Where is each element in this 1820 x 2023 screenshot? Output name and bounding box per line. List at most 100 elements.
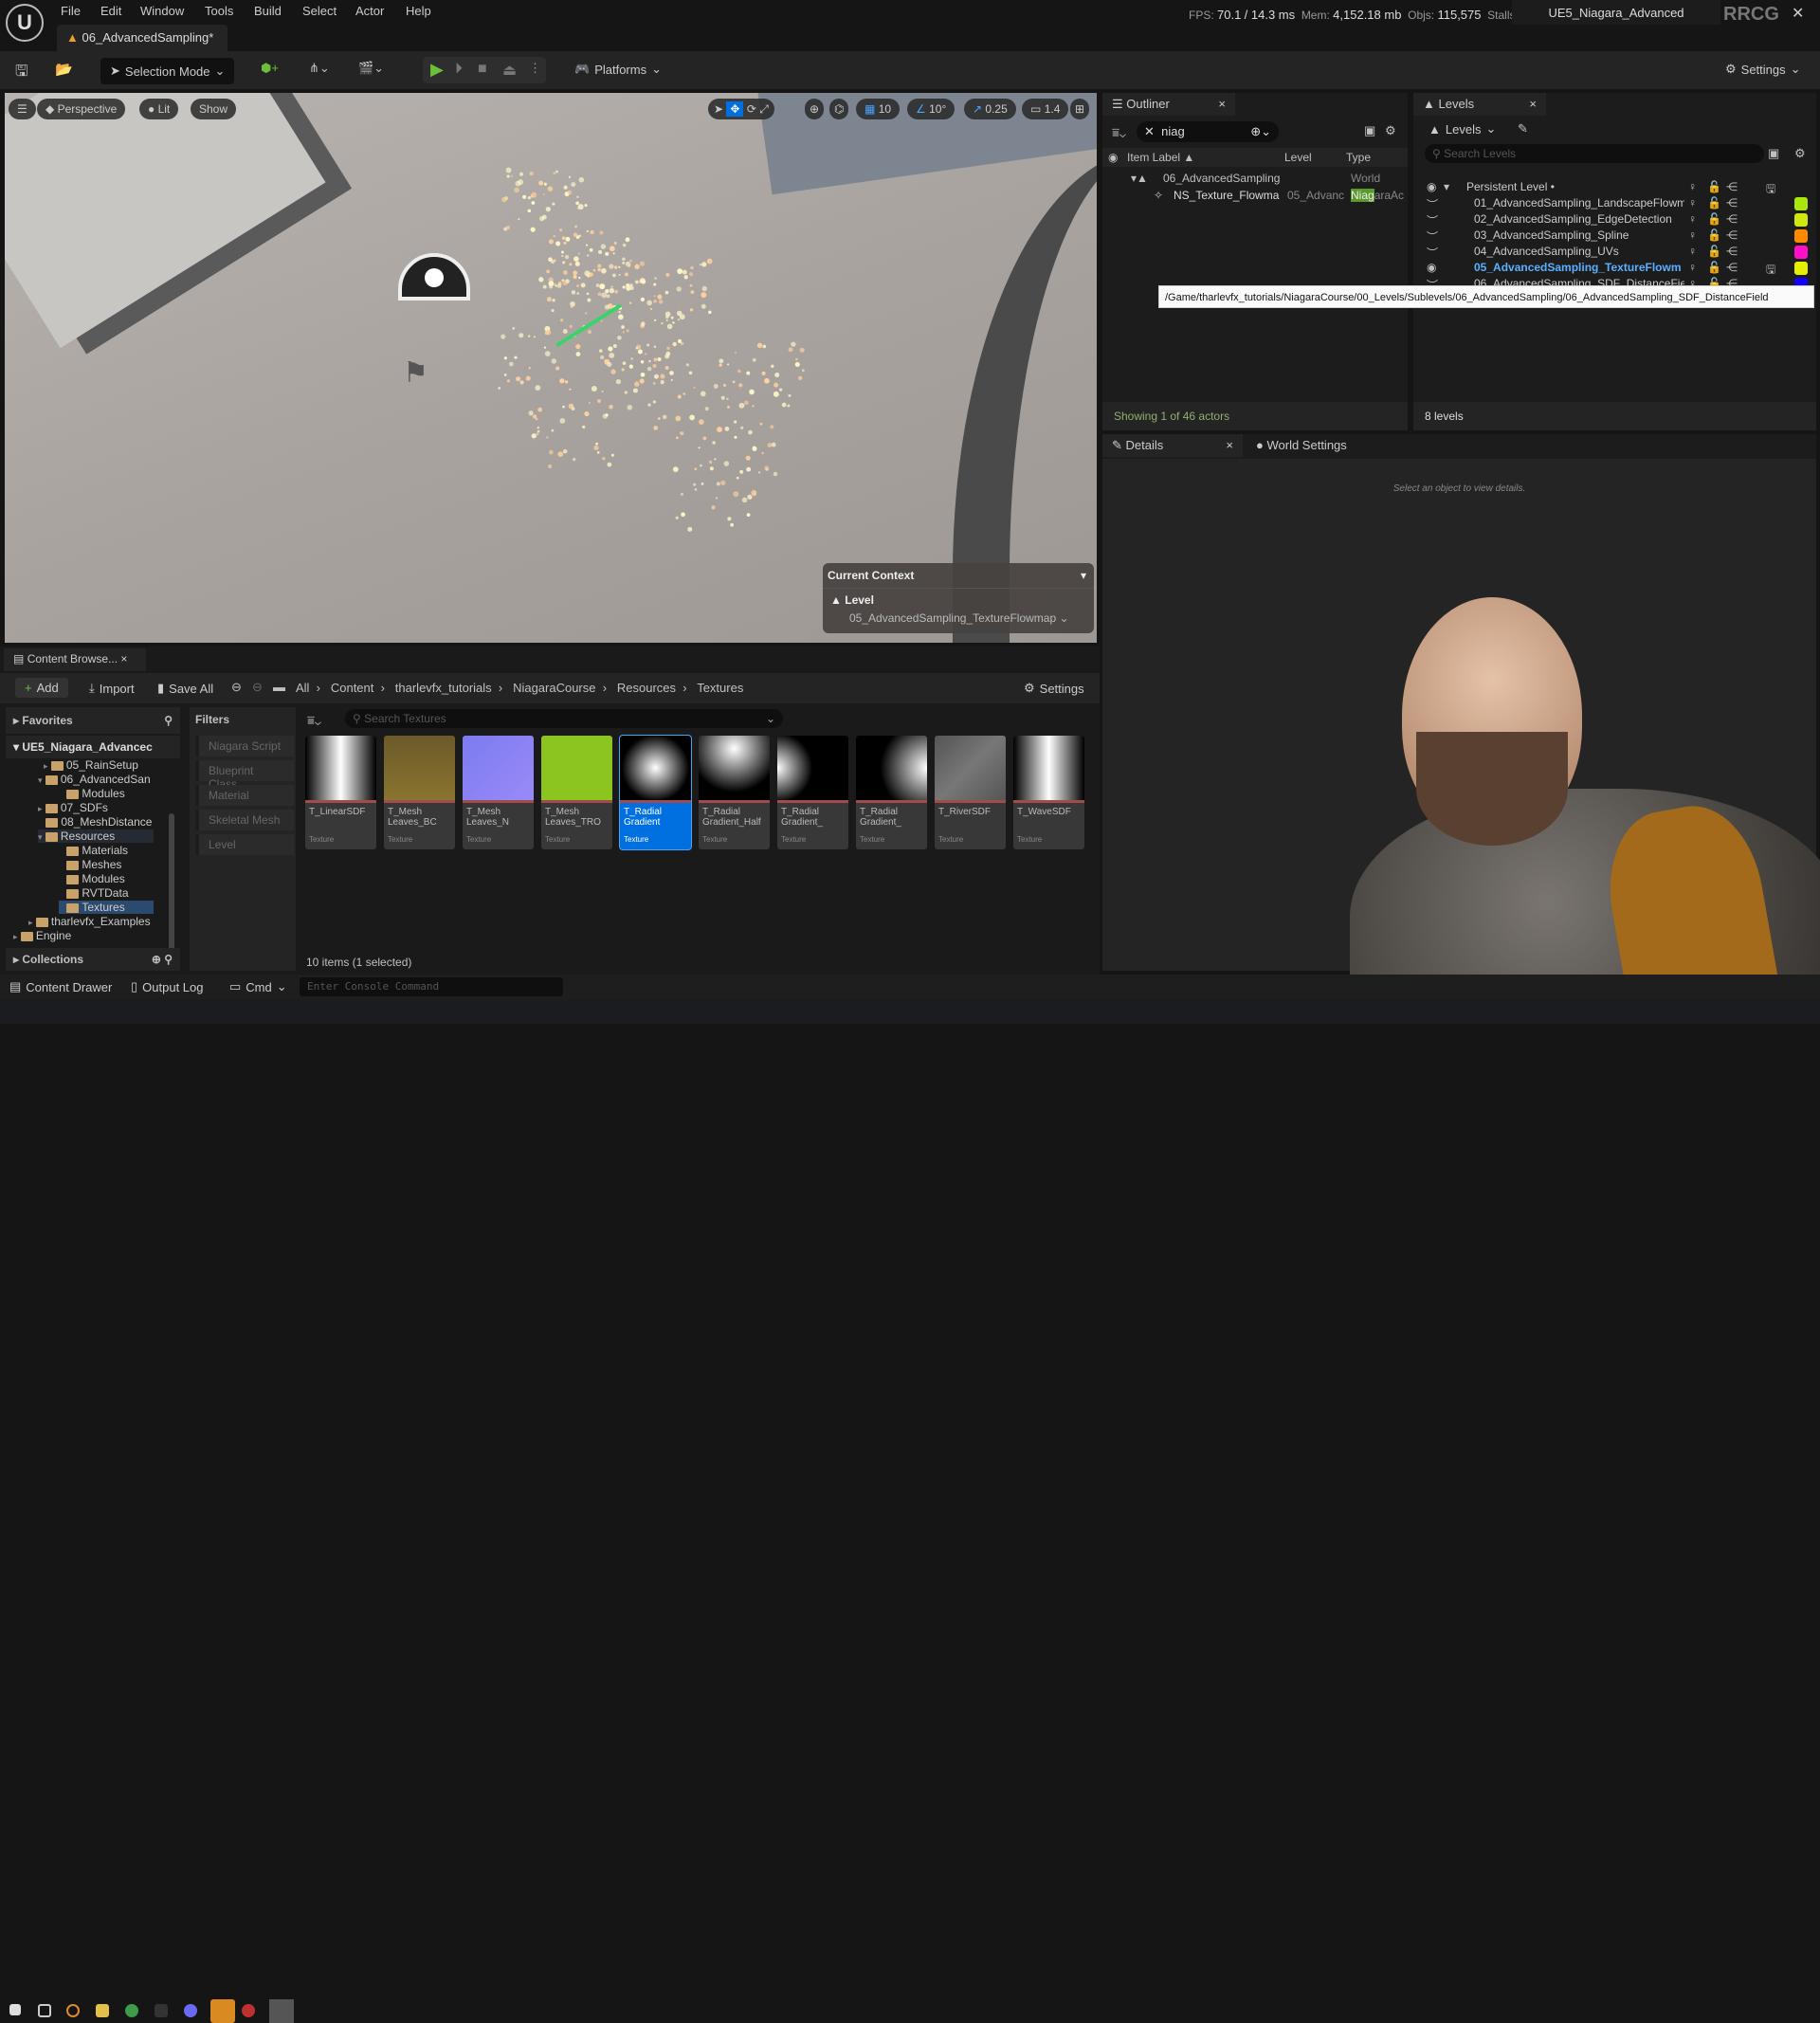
asset-tile[interactable]: T_RiverSDF Texture — [935, 736, 1006, 849]
hierarchy-icon[interactable]: ⋲ — [1726, 180, 1738, 193]
visibility-icon[interactable]: ◉ — [1427, 180, 1436, 193]
folder-tree-item[interactable]: Meshes — [59, 858, 154, 871]
cinematics-icon[interactable]: 🎬⌄ — [358, 61, 384, 76]
content-drawer-button[interactable]: ▤ Content Drawer — [9, 979, 112, 994]
column-level[interactable]: Level — [1284, 151, 1312, 164]
column-item-label[interactable]: Item Label ▲ — [1127, 151, 1194, 164]
back-icon[interactable]: ⊖ — [231, 680, 242, 695]
app-icon[interactable] — [66, 2004, 80, 2017]
close-icon[interactable]: × — [120, 652, 127, 665]
hierarchy-icon[interactable]: ⋲ — [1726, 245, 1738, 258]
expand-icon[interactable]: ▸ — [28, 918, 33, 927]
expand-icon[interactable]: ▸ — [38, 804, 43, 813]
expand-icon[interactable]: ▸ — [13, 932, 18, 941]
lightbulb-icon[interactable]: ♀ — [1688, 228, 1697, 242]
collections-section[interactable]: ▸ Collections ⊕ ⚲ — [6, 948, 180, 971]
asset-tile[interactable]: T_Radial Gradient_ Texture — [856, 736, 927, 849]
platforms-dropdown[interactable]: 🎮 Platforms ⌄ — [574, 62, 662, 77]
lightbulb-icon[interactable]: ♀ — [1688, 196, 1697, 210]
visibility-icon[interactable]: ︶ — [1427, 196, 1438, 212]
folder-tree-item[interactable]: Modules — [59, 787, 154, 800]
levels-dropdown[interactable]: ▲ Levels ⌄ — [1429, 121, 1496, 137]
folder-tree-item[interactable]: ▸ tharlevfx_Examples — [28, 915, 154, 928]
chrome-icon[interactable] — [125, 2004, 138, 2017]
folder-tree-item[interactable]: ▸ Engine — [13, 929, 154, 942]
lightbulb-icon[interactable]: ♀ — [1688, 245, 1697, 258]
menu-file[interactable]: File — [61, 4, 81, 18]
hierarchy-icon[interactable]: ⋲ — [1726, 261, 1738, 274]
outliner-tab[interactable]: ☰ Outliner × — [1102, 93, 1235, 116]
asset-tile[interactable]: T_LinearSDF Texture — [305, 736, 376, 849]
level-color-swatch[interactable] — [1794, 262, 1808, 275]
breadcrumb-content[interactable]: Content — [331, 681, 374, 695]
level-color-swatch[interactable] — [1794, 229, 1808, 243]
chevron-down-icon[interactable]: ⌄ — [766, 712, 775, 725]
lock-icon[interactable]: 🔓 — [1707, 245, 1721, 258]
favorites-section[interactable]: ▸ Favorites ⚲ — [6, 707, 180, 734]
breadcrumb-tutorials[interactable]: tharlevfx_tutorials — [395, 681, 492, 695]
expand-icon[interactable] — [59, 903, 64, 913]
hierarchy-icon[interactable]: ⋲ — [1726, 228, 1738, 242]
step-icon[interactable]: ⏵ — [455, 61, 463, 78]
breadcrumb-niagaracourse[interactable]: NiagaraCourse — [513, 681, 595, 695]
new-level-icon[interactable]: ▣ — [1768, 146, 1779, 161]
expand-icon[interactable] — [59, 847, 64, 856]
asset-tile[interactable]: T_Mesh Leaves_N Texture — [463, 736, 534, 849]
menu-help[interactable]: Help — [406, 4, 431, 18]
project-root[interactable]: ▾ UE5_Niagara_Advancec — [6, 736, 180, 758]
rotate-tool-icon[interactable]: ⟳ — [747, 102, 756, 116]
menu-window[interactable]: Window — [140, 4, 184, 18]
collapse-icon[interactable]: ▾ — [1081, 569, 1086, 582]
visibility-icon[interactable]: ︶ — [1427, 228, 1438, 245]
gear-icon[interactable]: ⚙ — [1794, 146, 1806, 161]
folder-tree-item[interactable]: Materials — [59, 844, 154, 857]
outliner-row-niagara[interactable]: ✧ NS_Texture_Flowma 05_Advanc NiagaraAc — [1102, 189, 1408, 205]
level-row[interactable]: ︶ 03_AdvancedSampling_Spline ♀ 🔓 ⋲ — [1413, 228, 1816, 245]
close-window-icon[interactable]: ✕ — [1792, 4, 1804, 23]
save-icon[interactable]: 🖫 — [15, 61, 28, 86]
tree-scrollbar[interactable] — [169, 813, 174, 965]
level-row[interactable]: ◉ 05_AdvancedSampling_TextureFlowm ♀ 🔓 ⋲ 🖫 — [1413, 261, 1816, 277]
filter-chip[interactable]: Skeletal Mesh — [195, 810, 294, 830]
expand-icon[interactable]: ▾ — [38, 832, 43, 842]
world-local-icon[interactable]: ⊕ — [805, 99, 825, 119]
expand-icon[interactable] — [59, 790, 64, 799]
asset-tile[interactable]: T_WaveSDF Texture — [1013, 736, 1084, 849]
asset-tile[interactable]: T_Mesh Leaves_BC Texture — [384, 736, 455, 849]
more-icon[interactable]: ⋮ — [529, 61, 541, 76]
cmd-dropdown[interactable]: ▭ Cmd ⌄ — [229, 979, 287, 994]
edit-icon[interactable]: ✎ — [1518, 121, 1528, 137]
surface-snap-icon[interactable]: ⌬ — [829, 99, 849, 119]
browse-icon[interactable]: 📂 — [55, 61, 73, 78]
level-viewport[interactable]: ⚑ ☰ ◆ Perspective ● Lit Show ➤ ✥ ⟳ ⤢ ⊕ ⌬… — [5, 93, 1097, 643]
eye-icon[interactable]: ◉ — [1108, 151, 1118, 164]
outliner-search-input[interactable]: ✕ niag ⊕⌄ — [1137, 121, 1279, 142]
import-button[interactable]: ⤓ Import — [89, 681, 135, 696]
perspective-button[interactable]: ◆ Perspective — [37, 99, 126, 119]
show-button[interactable]: Show — [191, 99, 237, 119]
folder-tree-item[interactable]: ▸ 07_SDFs — [38, 801, 154, 814]
hierarchy-icon[interactable]: ⋲ — [1726, 212, 1738, 226]
folder-tree-item[interactable]: Modules — [59, 872, 154, 885]
folder-tree-item[interactable]: Textures — [59, 901, 154, 914]
level-row[interactable]: ◉ ▾ Persistent Level • ♀ 🔓 ⋲ 🖫 — [1413, 180, 1816, 196]
breadcrumb-resources[interactable]: Resources — [617, 681, 676, 695]
viewport-menu-button[interactable]: ☰ — [9, 99, 36, 119]
player-start-icon[interactable]: ⚑ — [403, 356, 441, 391]
expand-icon[interactable]: ▸ — [44, 761, 48, 771]
details-tab[interactable]: ✎ Details × — [1102, 434, 1243, 457]
asset-search-input[interactable]: ⚲ Search Textures ⌄ — [345, 709, 783, 728]
grid-snap-toggle[interactable]: ▦ 10 — [856, 99, 901, 119]
add-button[interactable]: + Add — [15, 678, 68, 698]
add-filter-icon[interactable]: ⊕⌄ — [1250, 124, 1271, 139]
expand-icon[interactable]: ▾ — [38, 775, 43, 785]
level-color-swatch[interactable] — [1794, 213, 1808, 227]
outliner-row-world[interactable]: ▾▲ 06_AdvancedSampling World — [1102, 172, 1408, 188]
content-settings-button[interactable]: ⚙ Settings — [1024, 681, 1084, 696]
level-color-swatch[interactable] — [1794, 246, 1808, 259]
file-explorer-icon[interactable] — [96, 2004, 109, 2017]
forward-icon[interactable]: ⊖ — [252, 680, 263, 695]
windows-start-icon[interactable] — [9, 2004, 21, 2015]
search-icon[interactable]: ⚲ — [164, 714, 173, 727]
new-folder-icon[interactable]: ▣ — [1364, 123, 1375, 138]
